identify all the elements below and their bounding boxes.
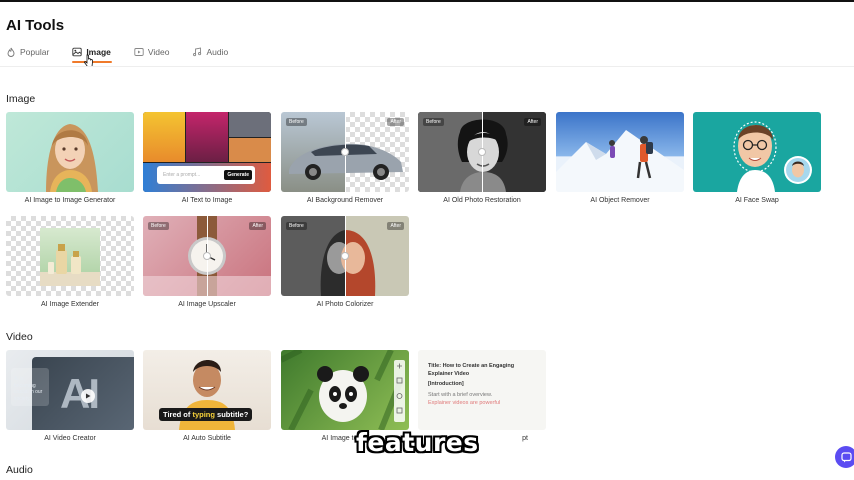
chat-support-button[interactable] <box>835 446 854 468</box>
tab-popular[interactable]: Popular <box>6 44 49 63</box>
section-title-image: Image <box>6 93 36 105</box>
compare-handle <box>203 252 211 260</box>
compare-handle <box>341 148 349 156</box>
tab-audio-label: Audio <box>206 47 229 57</box>
tool-thumbnail <box>6 216 134 296</box>
section-title-video: Video <box>6 331 33 343</box>
music-note-icon <box>193 47 202 57</box>
before-tag: Before <box>286 118 307 126</box>
tool-card-image-extender[interactable]: AI Image Extender <box>6 216 134 308</box>
tool-card-object-remover[interactable]: AI Object Remover <box>556 112 684 204</box>
tool-thumbnail: Before After <box>281 216 409 296</box>
caption-prefix: Tired of <box>163 410 193 419</box>
tool-label: AI Image to Image Generator <box>24 197 116 204</box>
subtitle-caption: Tired of typing subtitle? <box>159 408 253 421</box>
after-tag: After <box>249 222 266 230</box>
tool-thumbnail <box>6 112 134 192</box>
tabs-divider <box>0 66 854 67</box>
tool-thumbnail: Tired of typing subtitle? <box>143 350 271 430</box>
caption-suffix: subtitle? <box>214 410 249 419</box>
tool-card-image-to-image[interactable]: AI Image to Image Generator <box>6 112 134 204</box>
tool-label: AI Face Swap <box>735 197 779 204</box>
caption-highlight: typing <box>192 410 215 419</box>
generate-button: Generate <box>224 170 252 180</box>
tab-audio[interactable]: Audio <box>192 44 228 63</box>
panda-illustration <box>281 350 404 430</box>
tool-label: AI Auto Subtitle <box>183 435 231 442</box>
boy-face-swap-illustration <box>733 121 812 192</box>
window-top-border <box>0 0 854 2</box>
tool-thumbnail: Before After <box>143 216 271 296</box>
doc-section: [Introduction] <box>428 381 464 387</box>
tool-thumbnail <box>693 112 821 192</box>
before-tag: Before <box>148 222 169 230</box>
flame-icon <box>7 47 15 57</box>
tool-thumbnail: Enter a prompt... Generate <box>143 112 271 192</box>
product-photo <box>40 228 100 286</box>
prompt-box: Enter a prompt... Generate <box>157 166 255 184</box>
tool-thumbnail: AI is becoming crucial in our society. A… <box>6 350 134 430</box>
tool-label: AI Video Creator <box>44 435 96 442</box>
after-tag: After <box>524 118 541 126</box>
tool-card-old-photo-restoration[interactable]: Before After AI Old Photo Restoration <box>418 112 546 204</box>
tool-label: AI Photo Colorizer <box>316 301 374 308</box>
tool-card-image-upscaler[interactable]: Before After AI Image Upscaler <box>143 216 271 308</box>
after-tag: After <box>387 118 404 126</box>
tool-thumbnail <box>556 112 684 192</box>
before-tag: Before <box>286 222 307 230</box>
tool-label: AI Text to Image <box>181 197 233 204</box>
tool-thumbnail: Before After <box>418 112 546 192</box>
play-icon <box>81 389 95 403</box>
tool-card-auto-subtitle[interactable]: Tired of typing subtitle? AI Auto Subtit… <box>143 350 271 442</box>
page-title: AI Tools <box>6 17 65 34</box>
tool-thumbnail: Title: How to Create an Engaging Explain… <box>418 350 546 430</box>
tool-thumbnail: Before After <box>281 112 409 192</box>
tool-label: AI Old Photo Restoration <box>443 197 521 204</box>
compare-handle <box>478 148 486 156</box>
video-subtitle-overlay: features <box>356 428 479 457</box>
section-title-audio: Audio <box>6 464 33 476</box>
collage-tile <box>229 138 271 162</box>
girl-portrait-illustration <box>46 124 98 192</box>
tab-video[interactable]: Video <box>134 44 170 63</box>
compare-handle <box>341 252 349 260</box>
tool-card-text-to-image[interactable]: Enter a prompt... Generate AI Text to Im… <box>143 112 271 204</box>
chat-icon <box>840 451 852 462</box>
bottles-illustration <box>40 244 100 286</box>
collage-tile <box>143 112 185 162</box>
caption-card: AI is becoming crucial in our society. <box>11 368 49 406</box>
tab-video-label: Video <box>147 47 170 57</box>
before-tag: Before <box>423 118 444 126</box>
image-icon <box>72 47 82 57</box>
tool-label: AI Background Remover <box>306 197 384 204</box>
tool-label: AI Image Upscaler <box>178 301 236 308</box>
doc-line: Start with a brief overview. <box>428 392 493 398</box>
mountain-climber-illustration <box>556 130 684 192</box>
tab-popular-label: Popular <box>20 47 50 57</box>
prompt-placeholder: Enter a prompt... <box>163 172 201 178</box>
tool-thumbnail <box>281 350 409 430</box>
doc-line: Explainer videos are powerful <box>428 400 501 406</box>
tool-label: AI Object Remover <box>590 197 650 204</box>
category-tabs: Popular Image Video Audio <box>6 44 251 63</box>
tool-card-face-swap[interactable]: AI Face Swap <box>693 112 821 204</box>
tool-card-background-remover[interactable]: Before After AI Background Remover <box>281 112 409 204</box>
collage-tile <box>229 112 271 137</box>
tool-card-video-creator[interactable]: AI is becoming crucial in our society. A… <box>6 350 134 442</box>
3d-tool-rail <box>394 360 405 422</box>
script-document: Title: How to Create an Engaging Explain… <box>428 362 536 407</box>
tool-card-photo-colorizer[interactable]: Before After AI Photo Colorizer <box>281 216 409 308</box>
tool-label: AI Image Extender <box>41 301 99 308</box>
collage-tile <box>186 112 228 162</box>
doc-title: Title: How to Create an Engaging Explain… <box>428 363 515 377</box>
video-icon <box>134 48 144 56</box>
after-tag: After <box>387 222 404 230</box>
